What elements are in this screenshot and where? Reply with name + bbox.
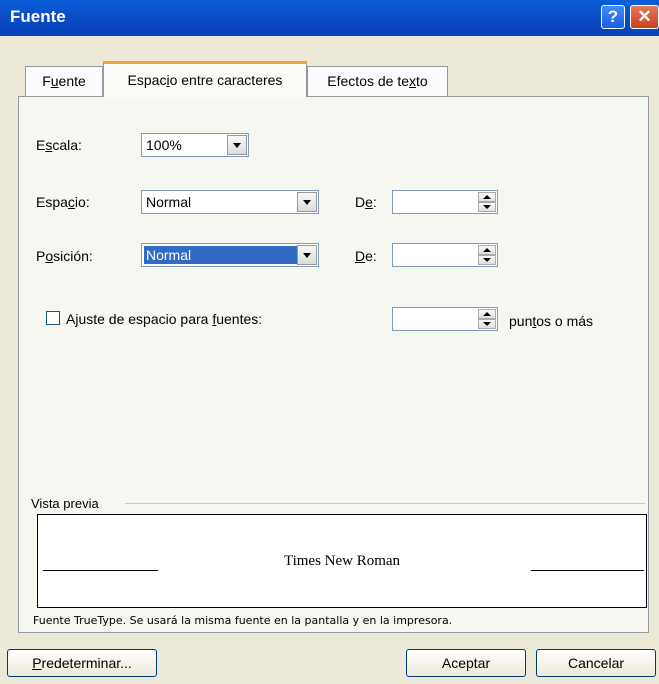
title-bar: Fuente ? ✕	[0, 0, 659, 36]
espacio-de-label: De:	[355, 194, 377, 210]
spin-down-icon[interactable]	[478, 255, 496, 265]
tab-espacio-entre-caracteres[interactable]: Espacio entre caracteres	[103, 61, 307, 97]
tab-efectos-label: Efectos de texto	[327, 73, 428, 89]
tab-espacio-label: Espacio entre caracteres	[127, 72, 283, 88]
escala-label: Escala:	[36, 137, 82, 153]
preview-line-left	[43, 570, 158, 571]
chevron-down-icon[interactable]	[297, 245, 317, 265]
spin-up-icon[interactable]	[478, 192, 496, 202]
spin-up-icon[interactable]	[478, 245, 496, 255]
close-icon[interactable]: ✕	[630, 5, 659, 29]
spin-down-icon[interactable]	[478, 319, 496, 329]
tab-fuente-label: Fuente	[42, 73, 86, 89]
predeterminar-button[interactable]: Predeterminar...	[7, 649, 157, 677]
spin-up-icon[interactable]	[478, 309, 496, 319]
posicion-select[interactable]: Normal	[141, 243, 319, 267]
posicion-label: Posición:	[36, 248, 93, 264]
chevron-down-icon[interactable]	[227, 135, 247, 155]
espacio-select[interactable]: Normal	[141, 190, 319, 214]
preview-sample-text: Times New Roman	[283, 553, 401, 569]
preview-divider	[125, 503, 645, 504]
preview-box: Times New Roman	[37, 514, 647, 608]
tab-fuente[interactable]: Fuente	[25, 66, 103, 96]
chevron-down-icon[interactable]	[297, 192, 317, 212]
espacio-label: Espacio:	[36, 194, 90, 210]
espacio-value: Normal	[146, 194, 192, 210]
tab-efectos-de-texto[interactable]: Efectos de texto	[307, 66, 448, 96]
help-icon[interactable]: ?	[601, 5, 625, 29]
preview-label: Vista previa	[31, 496, 99, 511]
window-title: Fuente	[10, 7, 66, 26]
preview-line-right	[531, 570, 644, 571]
posicion-value: Normal	[144, 246, 298, 264]
posicion-de-spinner[interactable]	[392, 243, 498, 267]
truetype-note: Fuente TrueType. Se usará la misma fuent…	[33, 614, 453, 627]
kerning-spinner[interactable]	[392, 307, 498, 331]
escala-value: 100%	[146, 137, 182, 153]
kerning-label: Ajuste de espacio para fuentes:	[66, 311, 263, 327]
escala-select[interactable]: 100%	[141, 133, 249, 157]
spin-down-icon[interactable]	[478, 202, 496, 212]
aceptar-button[interactable]: Aceptar	[406, 649, 526, 677]
posicion-de-label: De:	[355, 248, 377, 264]
espacio-de-spinner[interactable]	[392, 190, 498, 214]
cancelar-button[interactable]: Cancelar	[536, 649, 656, 677]
kerning-suffix: puntos o más	[509, 313, 594, 329]
kerning-checkbox[interactable]	[46, 311, 60, 325]
